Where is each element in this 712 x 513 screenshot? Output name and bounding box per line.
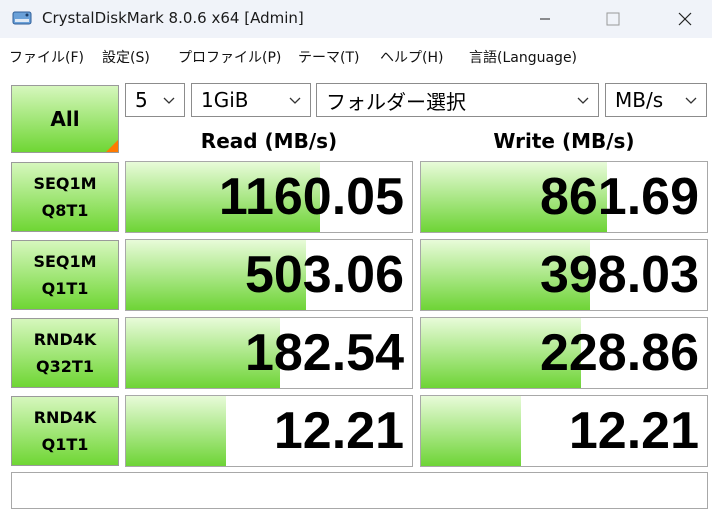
close-icon — [678, 12, 692, 26]
read-result-cell: 1160.05 — [125, 161, 413, 233]
chevron-down-icon — [163, 97, 175, 104]
unit-value: MB/s — [615, 88, 664, 112]
chevron-down-icon — [577, 97, 589, 104]
close-button[interactable] — [662, 0, 708, 38]
write-result-bar — [421, 396, 522, 466]
folder-select[interactable]: フォルダー選択 — [316, 83, 599, 117]
write-result-value: 398.03 — [539, 246, 699, 304]
test-type-label: SEQ1M — [33, 174, 97, 193]
write-result-value: 228.86 — [539, 324, 699, 382]
test-type-label: RND4K — [33, 408, 97, 427]
test-rnd4k-q32t1-button[interactable]: RND4K Q32T1 — [11, 318, 119, 388]
unit-select[interactable]: MB/s — [605, 83, 707, 117]
write-result-cell: 861.69 — [420, 161, 708, 233]
minimize-icon — [540, 18, 550, 20]
maximize-button[interactable] — [590, 0, 636, 38]
read-result-cell: 12.21 — [125, 395, 413, 467]
chevron-down-icon — [289, 97, 301, 104]
read-result-value: 1160.05 — [218, 168, 404, 226]
folder-value: フォルダー選択 — [326, 89, 466, 114]
comment-input[interactable] — [11, 472, 708, 509]
main-panel: All 5 1GiB フォルダー選択 MB/s Read (MB/s) Writ… — [0, 76, 712, 513]
menu-help[interactable]: ヘルプ(H) — [380, 47, 443, 67]
read-result-value: 182.54 — [244, 324, 404, 382]
menu-settings[interactable]: 設定(S) — [102, 47, 150, 67]
maximize-icon — [606, 12, 620, 26]
test-queue-label: Q8T1 — [41, 201, 89, 220]
write-header: Write (MB/s) — [493, 129, 635, 153]
test-seq1m-q8t1-button[interactable]: SEQ1M Q8T1 — [11, 162, 119, 232]
read-result-bar — [126, 396, 227, 466]
menu-language[interactable]: 言語(Language) — [469, 47, 577, 67]
menu-bar: ファイル(F) 設定(S) プロファイル(P) テーマ(T) ヘルプ(H) 言語… — [0, 38, 712, 76]
chevron-down-icon — [685, 97, 697, 104]
read-result-value: 12.21 — [273, 402, 404, 460]
write-result-value: 12.21 — [568, 402, 699, 460]
write-result-value: 861.69 — [539, 168, 699, 226]
read-result-cell: 503.06 — [125, 239, 413, 311]
corner-marker — [106, 140, 118, 152]
test-queue-label: Q1T1 — [41, 279, 89, 298]
test-size-select[interactable]: 1GiB — [191, 83, 311, 117]
minimize-button[interactable] — [522, 0, 568, 38]
menu-profile[interactable]: プロファイル(P) — [178, 47, 281, 67]
test-count-value: 5 — [135, 88, 148, 112]
test-size-value: 1GiB — [201, 88, 249, 112]
read-result-value: 503.06 — [244, 246, 404, 304]
menu-file[interactable]: ファイル(F) — [9, 47, 84, 67]
test-type-label: SEQ1M — [33, 252, 97, 271]
title-bar: CrystalDiskMark 8.0.6 x64 [Admin] — [0, 0, 712, 38]
write-result-cell: 12.21 — [420, 395, 708, 467]
read-result-cell: 182.54 — [125, 317, 413, 389]
test-seq1m-q1t1-button[interactable]: SEQ1M Q1T1 — [11, 240, 119, 310]
test-queue-label: Q1T1 — [41, 435, 89, 454]
all-button[interactable]: All — [11, 85, 119, 153]
write-result-cell: 398.03 — [420, 239, 708, 311]
test-count-select[interactable]: 5 — [125, 83, 185, 117]
test-rnd4k-q1t1-button[interactable]: RND4K Q1T1 — [11, 396, 119, 466]
test-type-label: RND4K — [33, 330, 97, 349]
read-header: Read (MB/s) — [200, 129, 338, 153]
test-queue-label: Q32T1 — [36, 357, 94, 376]
menu-theme[interactable]: テーマ(T) — [298, 47, 359, 67]
write-result-cell: 228.86 — [420, 317, 708, 389]
disk-drive-icon — [12, 11, 32, 25]
all-button-label: All — [50, 107, 80, 131]
window-title: CrystalDiskMark 8.0.6 x64 [Admin] — [42, 9, 304, 27]
